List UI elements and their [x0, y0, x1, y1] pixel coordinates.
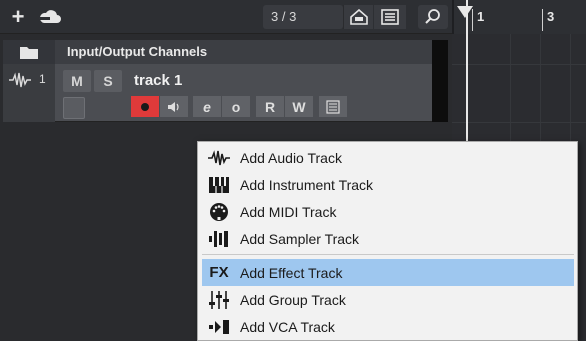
menu-item-add-group-track[interactable]: Add Group Track — [202, 286, 574, 313]
solo-button[interactable]: S — [94, 70, 122, 92]
menu-item-label: Add MIDI Track — [240, 203, 337, 220]
folder-icon-cell — [3, 40, 55, 64]
search-button[interactable] — [418, 5, 448, 29]
bar-marker: 1 — [472, 9, 484, 31]
track-number: 1 — [39, 72, 46, 86]
menu-separator — [202, 254, 574, 255]
audio-wave-icon — [9, 72, 31, 88]
folder-track-name: Input/Output Channels — [67, 44, 208, 59]
lanes-button[interactable] — [319, 96, 347, 117]
menu-item-label: Add Group Track — [240, 291, 346, 308]
edit-channel-button[interactable]: e — [193, 96, 221, 117]
visibility-home-button[interactable] — [343, 5, 373, 29]
bar-marker: 3 — [542, 9, 554, 31]
midi-connector-icon — [202, 202, 236, 222]
add-track-context-menu: Add Audio Track Add Instrument Track Add… — [197, 141, 578, 341]
group-faders-icon — [202, 290, 236, 310]
add-track-button[interactable]: + — [5, 4, 31, 29]
menu-item-label: Add Audio Track — [240, 149, 342, 166]
vca-icon — [202, 319, 236, 335]
list-icon — [381, 9, 399, 25]
menu-item-label: Add Instrument Track — [240, 176, 374, 193]
home-icon — [349, 9, 368, 25]
edit-instrument-button[interactable]: o — [222, 96, 250, 117]
track-level-meter — [432, 40, 448, 122]
menu-item-label: Add Sampler Track — [240, 230, 360, 247]
search-icon — [425, 9, 440, 24]
track-number-cell: 1 — [3, 64, 55, 122]
project-window: + 3 / 3 1 3 Input/Output Channels 1 M S … — [0, 0, 586, 341]
track-select-checkbox[interactable] — [63, 97, 85, 119]
lanes-icon — [326, 99, 340, 114]
folder-track[interactable]: Input/Output Channels — [3, 40, 448, 64]
playhead-handle[interactable] — [457, 6, 473, 18]
grid-line — [452, 122, 586, 123]
track-list-button[interactable] — [374, 5, 406, 29]
cloud-button[interactable] — [36, 5, 64, 29]
menu-item-add-sampler-track[interactable]: Add Sampler Track — [202, 225, 574, 252]
menu-item-label: Add Effect Track — [240, 264, 343, 281]
track-name[interactable]: track 1 — [134, 72, 182, 89]
write-automation-button[interactable]: W — [285, 96, 313, 117]
menu-item-label: Add VCA Track — [240, 318, 335, 335]
speaker-icon — [168, 101, 179, 112]
menu-item-add-midi-track[interactable]: Add MIDI Track — [202, 198, 574, 225]
fx-icon: FX — [209, 264, 229, 281]
menu-item-add-vca-track[interactable]: Add VCA Track — [202, 313, 574, 340]
piano-keys-icon — [202, 176, 236, 194]
cloud-icon — [39, 10, 61, 23]
folder-icon — [20, 47, 38, 59]
plus-icon: + — [11, 4, 25, 29]
menu-item-add-effect-track[interactable]: FX Add Effect Track — [202, 259, 574, 286]
sampler-icon — [202, 230, 236, 248]
read-automation-button[interactable]: R — [256, 96, 284, 117]
menu-item-add-instrument-track[interactable]: Add Instrument Track — [202, 171, 574, 198]
monitor-button[interactable] — [160, 96, 188, 117]
menu-item-add-audio-track[interactable]: Add Audio Track — [202, 144, 574, 171]
grid-line — [452, 64, 586, 65]
track-counter: 3 / 3 — [263, 5, 343, 29]
record-enable-button[interactable] — [131, 96, 159, 117]
audio-wave-icon — [202, 149, 236, 166]
audio-track-row[interactable]: 1 M S track 1 e o R W — [3, 64, 448, 122]
mute-button[interactable]: M — [63, 70, 91, 92]
track-list-toolbar: + 3 / 3 — [0, 0, 452, 34]
record-icon — [141, 102, 149, 111]
